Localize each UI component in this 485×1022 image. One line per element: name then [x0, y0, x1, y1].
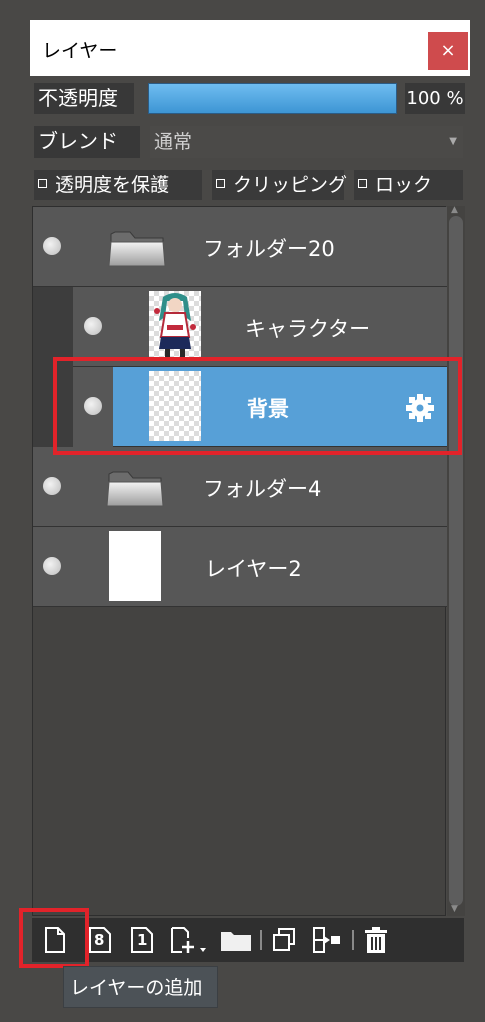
panel-titlebar: レイヤー ×	[30, 20, 470, 76]
scroll-down-icon[interactable]: ▼	[451, 904, 458, 914]
scrollbar-thumb[interactable]	[449, 216, 463, 906]
lock-label: ロック	[375, 174, 433, 196]
blend-mode-value: 通常	[154, 131, 193, 153]
new-layer-highlight-box	[19, 908, 89, 968]
clipping-label: クリッピング	[233, 174, 348, 196]
add-layer-menu-button[interactable]	[166, 924, 210, 956]
opacity-slider[interactable]	[148, 83, 397, 114]
bit8-label: 8	[94, 931, 105, 949]
layer-row[interactable]: フォルダー4	[33, 447, 447, 527]
protect-alpha-label: 透明度を保護	[55, 174, 170, 196]
layer-list[interactable]: フォルダー20 キャラクター 背景 フォルダー4 レイヤー2	[32, 206, 447, 916]
scroll-up-icon[interactable]: ▲	[451, 205, 458, 215]
layer-row[interactable]: レイヤー2	[33, 527, 447, 607]
visibility-toggle-icon[interactable]	[84, 317, 102, 335]
layer-name: キャラクター	[245, 317, 371, 341]
merge-down-icon	[313, 927, 340, 953]
folder-icon	[107, 222, 167, 272]
tooltip: レイヤーの追加	[63, 966, 218, 1008]
new-1bit-layer-button[interactable]: 1	[126, 924, 158, 956]
checkbox-box	[358, 179, 367, 188]
merge-down-button[interactable]	[310, 924, 342, 956]
add-layer-menu-icon	[171, 927, 206, 953]
new-folder-icon	[221, 932, 251, 951]
blend-mode-select[interactable]: 通常 ▼	[150, 126, 463, 158]
layer-toolbar: 8 1	[32, 918, 464, 962]
lock-checkbox[interactable]: ロック	[354, 170, 463, 200]
bit1-label: 1	[137, 931, 148, 949]
layer-row[interactable]: キャラクター	[73, 287, 447, 367]
delete-layer-button[interactable]	[360, 924, 392, 956]
panel-title: レイヤー	[42, 40, 118, 62]
visibility-toggle-icon[interactable]	[43, 237, 61, 255]
duplicate-layer-icon	[273, 928, 295, 951]
layer-row[interactable]: フォルダー20	[33, 207, 447, 287]
toolbar-separator	[260, 930, 262, 950]
toolbar-separator	[352, 930, 354, 950]
clipping-checkbox[interactable]: クリッピング	[212, 170, 348, 200]
layer-thumbnail	[109, 531, 161, 601]
visibility-toggle-icon[interactable]	[43, 557, 61, 575]
folder-icon	[105, 462, 165, 512]
new-folder-button[interactable]	[218, 924, 254, 956]
duplicate-layer-button[interactable]	[268, 924, 300, 956]
blend-label: ブレンド	[34, 126, 140, 158]
layer-name: フォルダー4	[203, 477, 322, 501]
layer-thumbnail	[149, 291, 201, 361]
checkbox-box	[38, 179, 47, 188]
close-button[interactable]: ×	[428, 32, 468, 70]
visibility-toggle-icon[interactable]	[43, 477, 61, 495]
layer-name: レイヤー2	[205, 557, 302, 581]
checkbox-box	[216, 179, 225, 188]
delete-layer-icon	[365, 927, 387, 953]
protect-alpha-checkbox[interactable]: 透明度を保護	[34, 170, 202, 200]
layer-list-scrollbar[interactable]: ▲ ▼	[447, 205, 465, 916]
layer-name: フォルダー20	[203, 237, 335, 261]
opacity-value[interactable]: 100 %	[405, 83, 465, 114]
opacity-label: 不透明度	[34, 83, 134, 114]
chevron-down-icon: ▼	[449, 136, 457, 147]
selection-highlight-box	[53, 357, 462, 455]
